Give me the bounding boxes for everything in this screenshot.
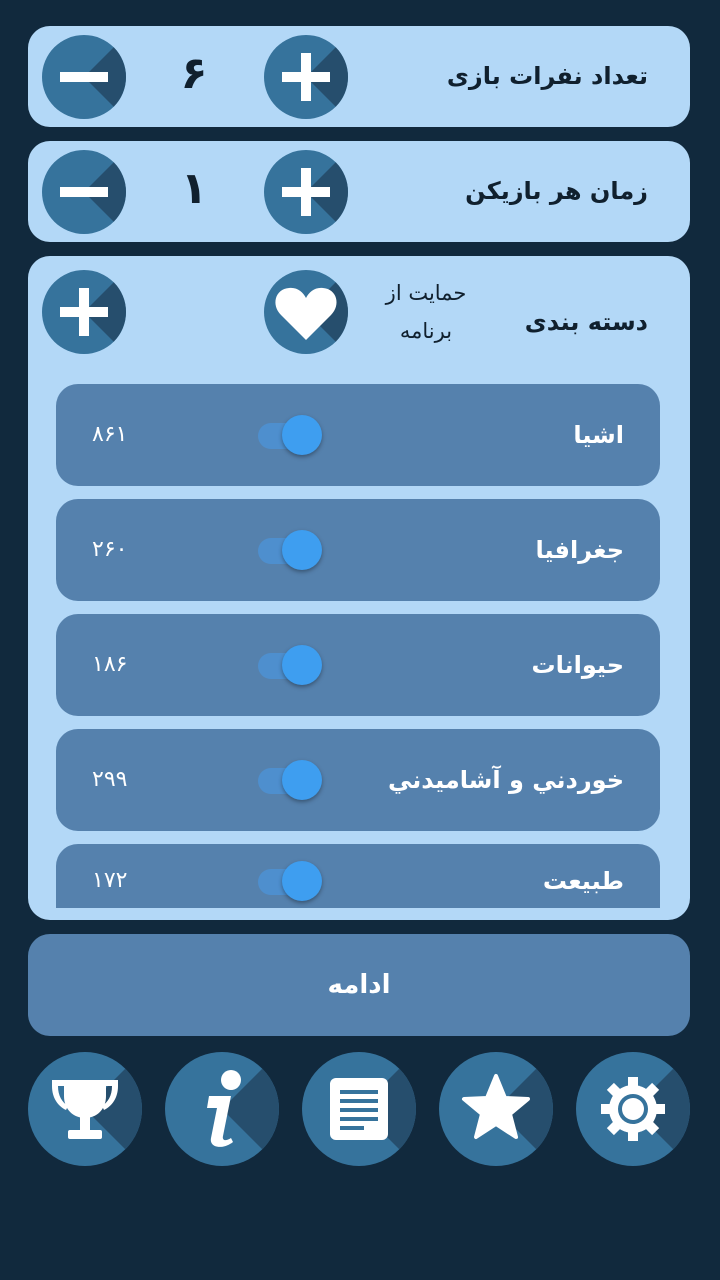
support-line-1: حمایت از	[385, 281, 467, 305]
category-toggle[interactable]	[256, 644, 326, 686]
players-label: تعداد نفرات بازی	[446, 62, 648, 90]
category-toggle[interactable]	[256, 759, 326, 801]
category-name: خوردني و آشاميدني	[387, 766, 624, 794]
category-toggle[interactable]	[256, 860, 326, 902]
category-count: ۱۸۶	[92, 652, 128, 677]
category-count: ۸۶۱	[92, 422, 128, 447]
heart-icon	[275, 287, 337, 340]
category-row: خوردني و آشاميدني ۲۹۹	[56, 729, 660, 831]
trophy-icon	[52, 1080, 118, 1139]
category-row: حيوانات ۱۸۶	[56, 614, 660, 716]
toggle-thumb	[282, 645, 322, 685]
toggle-thumb	[282, 530, 322, 570]
category-count: ۲۹۹	[92, 767, 128, 792]
plus-icon	[60, 288, 108, 336]
toggle-thumb	[282, 760, 322, 800]
support-app-button[interactable]	[264, 270, 348, 354]
players-decrease-button[interactable]	[42, 35, 126, 119]
add-category-button[interactable]	[42, 270, 126, 354]
info-icon	[207, 1070, 241, 1147]
category-toggle[interactable]	[256, 529, 326, 571]
category-count: ۲۶۰	[92, 537, 128, 562]
support-app-text[interactable]: حمایت از برنامه	[366, 274, 486, 350]
settings-button[interactable]	[576, 1052, 690, 1166]
support-line-2: برنامه	[399, 319, 453, 343]
plus-icon	[282, 53, 330, 101]
gear-icon	[601, 1077, 665, 1141]
toggle-thumb	[282, 415, 322, 455]
category-row: طبيعت ۱۷۲	[56, 844, 660, 908]
category-row: جغرافيا ۲۶۰	[56, 499, 660, 601]
continue-button[interactable]: ادامه	[28, 934, 690, 1036]
document-icon	[330, 1078, 388, 1140]
categories-label: دسته بندی	[524, 308, 648, 336]
time-label: زمان هر بازیکن	[465, 177, 648, 205]
minus-icon	[60, 72, 108, 82]
category-toggle[interactable]	[256, 414, 326, 456]
players-count: ۶	[180, 48, 208, 99]
players-panel: ۶ تعداد نفرات بازی	[28, 26, 690, 127]
time-value: ۱	[180, 163, 208, 214]
trophy-button[interactable]	[28, 1052, 142, 1166]
category-name: حيوانات	[531, 651, 624, 679]
category-row: اشيا ۸۶۱	[56, 384, 660, 486]
category-name: طبيعت	[542, 867, 624, 895]
info-button[interactable]	[165, 1052, 279, 1166]
minus-icon	[60, 187, 108, 197]
toggle-thumb	[282, 861, 322, 901]
categories-panel: حمایت از برنامه دسته بندی اشيا ۸۶۱ جغراف…	[28, 256, 690, 920]
rules-button[interactable]	[302, 1052, 416, 1166]
category-name: اشيا	[573, 421, 624, 449]
star-icon	[462, 1074, 530, 1139]
plus-icon	[282, 168, 330, 216]
category-count: ۱۷۲	[92, 868, 128, 893]
rate-button[interactable]	[439, 1052, 553, 1166]
category-name: جغرافيا	[535, 536, 624, 564]
time-decrease-button[interactable]	[42, 150, 126, 234]
category-list[interactable]: اشيا ۸۶۱ جغرافيا ۲۶۰ حيوانات ۱۸۶ خوردني …	[56, 384, 660, 908]
time-increase-button[interactable]	[264, 150, 348, 234]
time-panel: ۱ زمان هر بازیکن	[28, 141, 690, 242]
players-increase-button[interactable]	[264, 35, 348, 119]
